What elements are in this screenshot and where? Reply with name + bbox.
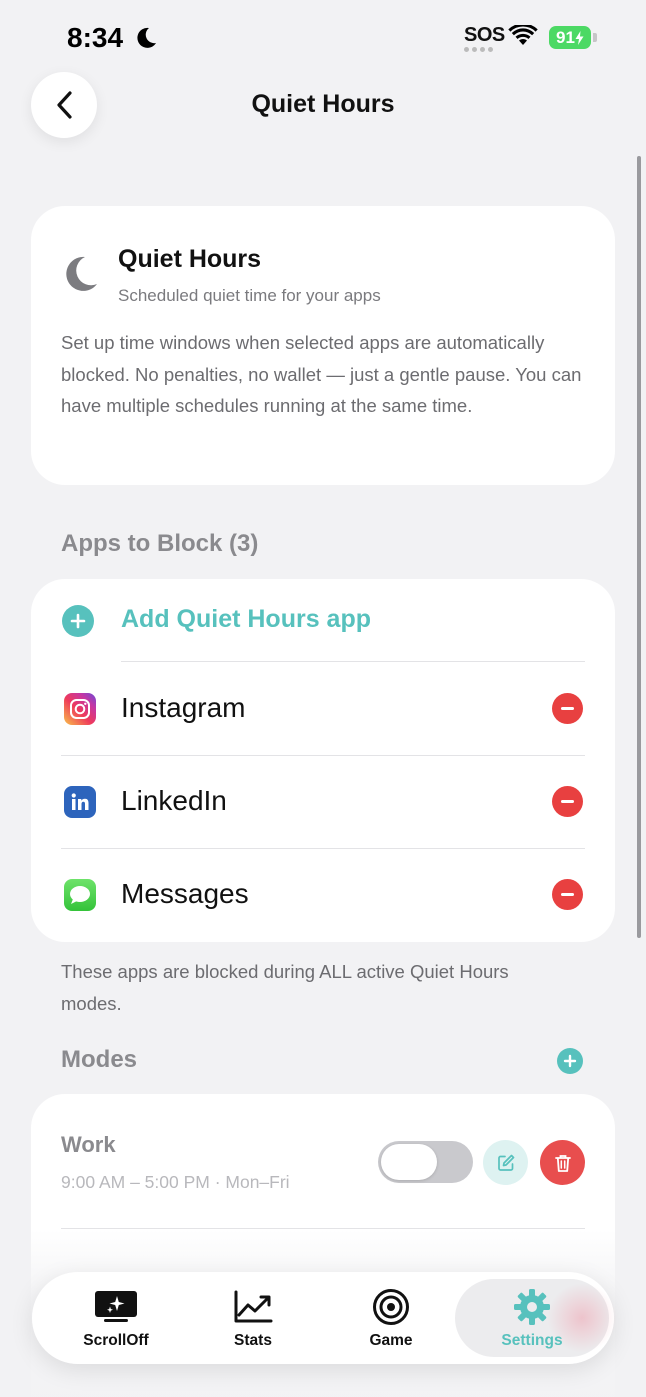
apps-card: Add Quiet Hours app Instagram LinkedIn M…: [31, 579, 615, 942]
edit-mode-button[interactable]: [483, 1140, 528, 1185]
trash-icon: [554, 1154, 571, 1172]
add-app-label: Add Quiet Hours app: [121, 605, 371, 633]
intro-subtitle: Scheduled quiet time for your apps: [118, 286, 381, 305]
apps-section-title: Apps to Block (3): [61, 530, 259, 557]
toggle-knob: [381, 1144, 437, 1180]
app-name: LinkedIn: [121, 785, 227, 816]
plus-circle-icon: [62, 605, 94, 637]
intro-title: Quiet Hours: [118, 245, 262, 273]
remove-messages-button[interactable]: [552, 879, 583, 910]
scrollbar[interactable]: [637, 156, 641, 938]
moon-icon: [66, 256, 97, 291]
tab-label: Game: [369, 1332, 413, 1349]
page-title: Quiet Hours: [251, 90, 395, 118]
minus-icon: [561, 800, 574, 803]
charging-bolt-icon: [575, 30, 584, 45]
tab-label: ScrollOff: [83, 1332, 149, 1349]
messages-icon: [64, 879, 96, 911]
add-app-row[interactable]: Add Quiet Hours app: [31, 579, 615, 662]
battery-tip: [593, 33, 597, 42]
minus-icon: [561, 893, 574, 896]
tab-scrolloff[interactable]: ScrollOff: [64, 1272, 168, 1364]
tab-bar: ScrollOff Stats Game Settings: [32, 1272, 617, 1364]
edit-icon: [497, 1154, 514, 1171]
tab-stats[interactable]: Stats: [212, 1272, 294, 1364]
add-mode-button[interactable]: [557, 1048, 583, 1074]
target-icon: [373, 1289, 409, 1325]
divider: [61, 1228, 585, 1229]
carrier-sos: SOS: [464, 24, 505, 46]
wifi-icon: [508, 25, 538, 45]
tab-game[interactable]: Game: [350, 1272, 432, 1364]
mode-name: Work: [61, 1132, 116, 1157]
remove-linkedin-button[interactable]: [552, 786, 583, 817]
tab-settings[interactable]: Settings: [490, 1272, 574, 1364]
app-row-linkedin: LinkedIn: [31, 756, 615, 849]
apps-note: These apps are blocked during ALL active…: [61, 961, 509, 1014]
mode-toggle[interactable]: [378, 1141, 473, 1183]
remove-instagram-button[interactable]: [552, 693, 583, 724]
delete-mode-button[interactable]: [540, 1140, 585, 1185]
app-row-messages: Messages: [31, 849, 615, 942]
intro-card: Quiet Hours Scheduled quiet time for you…: [31, 206, 615, 485]
instagram-icon: [64, 693, 96, 725]
minus-icon: [561, 707, 574, 710]
app-name: Instagram: [121, 692, 246, 723]
linkedin-icon: [64, 786, 96, 818]
focus-moon-icon: [137, 27, 156, 48]
battery-level: 91: [556, 27, 575, 47]
tab-label: Stats: [234, 1332, 272, 1349]
intro-description: Set up time windows when selected apps a…: [61, 332, 582, 416]
plus-icon: [563, 1054, 577, 1068]
status-time: 8:34: [67, 22, 124, 53]
app-row-instagram: Instagram: [31, 662, 615, 755]
status-bar: 8:34 SOS 91: [0, 0, 646, 72]
stats-icon: [234, 1290, 273, 1323]
app-name: Messages: [121, 878, 249, 909]
modes-section-title: Modes: [61, 1046, 138, 1073]
mode-schedule: 9:00 AM – 5:00 PM · Mon–Fri: [61, 1172, 290, 1192]
battery-indicator: 91: [549, 26, 591, 49]
gear-icon: [514, 1289, 550, 1325]
signal-dots: [464, 47, 493, 52]
scrolloff-icon: [95, 1291, 137, 1322]
tab-label: Settings: [501, 1332, 563, 1349]
